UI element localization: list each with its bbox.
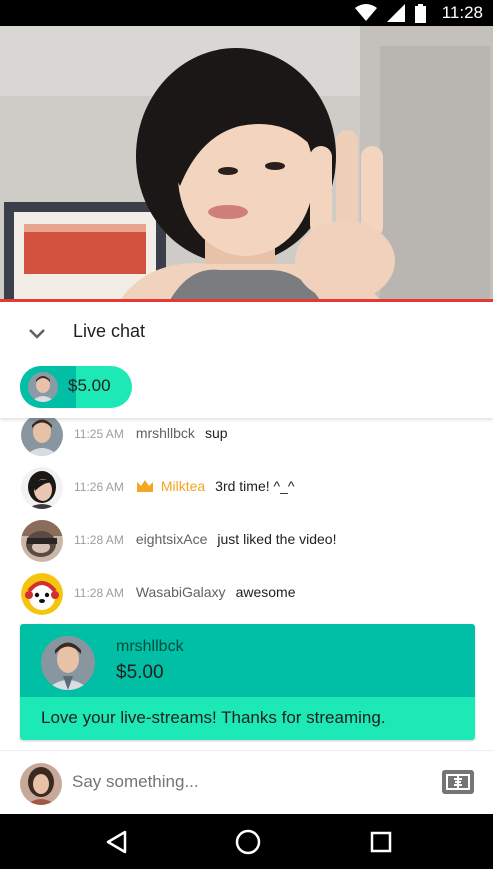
chat-title: Live chat (73, 321, 146, 341)
message-timestamp: 11:28 AM (74, 533, 124, 547)
ticker-item[interactable]: $5.00 (20, 366, 132, 408)
super-chat-body: Love your live-streams! Thanks for strea… (20, 697, 475, 740)
avatar[interactable] (21, 467, 63, 509)
message-text: awesome (235, 584, 296, 600)
chat-message-list[interactable]: 11:25 AM mrshllbck sup 11:26 AM Milktea … (0, 418, 493, 750)
avatar[interactable] (21, 520, 63, 562)
avatar[interactable] (41, 636, 95, 690)
super-chat-header: mrshllbck $5.00 (20, 624, 475, 697)
message-author[interactable]: mrshllbck (136, 425, 195, 441)
cell-signal-icon (386, 4, 405, 22)
chat-input-bar (0, 750, 493, 814)
recents-icon[interactable] (367, 828, 395, 856)
android-nav-bar (0, 814, 493, 869)
status-time: 11:28 (441, 3, 483, 22)
avatar[interactable] (21, 573, 63, 615)
back-icon[interactable] (103, 828, 131, 856)
avatar[interactable] (21, 418, 63, 456)
chat-message-input[interactable] (72, 765, 422, 799)
message-text: 3rd time! ^_^ (215, 478, 295, 494)
message-timestamp: 11:25 AM (74, 427, 124, 441)
super-chat-dollar-icon[interactable] (442, 770, 474, 794)
super-chat-ticker: $5.00 (0, 360, 493, 418)
chevron-down-icon[interactable] (24, 320, 50, 346)
home-icon[interactable] (234, 828, 262, 856)
message-text: sup (204, 425, 228, 441)
message-author[interactable]: WasabiGalaxy (136, 584, 226, 600)
message-timestamp: 11:26 AM (74, 480, 124, 494)
message-author[interactable]: Milktea (161, 478, 205, 494)
super-chat-amount: $5.00 (116, 662, 164, 683)
avatar (28, 372, 58, 402)
status-bar: 11:28 (0, 0, 493, 26)
chat-message: 11:28 AM WasabiGalaxy awesome (0, 569, 493, 619)
battery-icon (414, 3, 426, 23)
message-text: just liked the video! (217, 531, 337, 547)
super-chat-author[interactable]: mrshllbck (116, 638, 184, 656)
message-author[interactable]: eightsixAce (136, 531, 208, 547)
video-player[interactable] (0, 26, 493, 300)
super-chat-card[interactable]: mrshllbck $5.00 Love your live-streams! … (20, 624, 475, 740)
chat-message: 11:25 AM mrshllbck sup (0, 418, 493, 460)
avatar (20, 763, 62, 805)
crown-icon (136, 480, 153, 492)
super-chat-message: Love your live-streams! Thanks for strea… (41, 708, 386, 727)
message-timestamp: 11:28 AM (74, 586, 124, 600)
chat-message: 11:28 AM eightsixAce just liked the vide… (0, 516, 493, 566)
chat-header: Live chat (0, 302, 493, 360)
chat-message: 11:26 AM Milktea 3rd time! ^_^ (0, 463, 493, 513)
video-frame (0, 26, 493, 300)
wifi-icon (354, 4, 377, 21)
ticker-amount: $5.00 (68, 376, 111, 395)
